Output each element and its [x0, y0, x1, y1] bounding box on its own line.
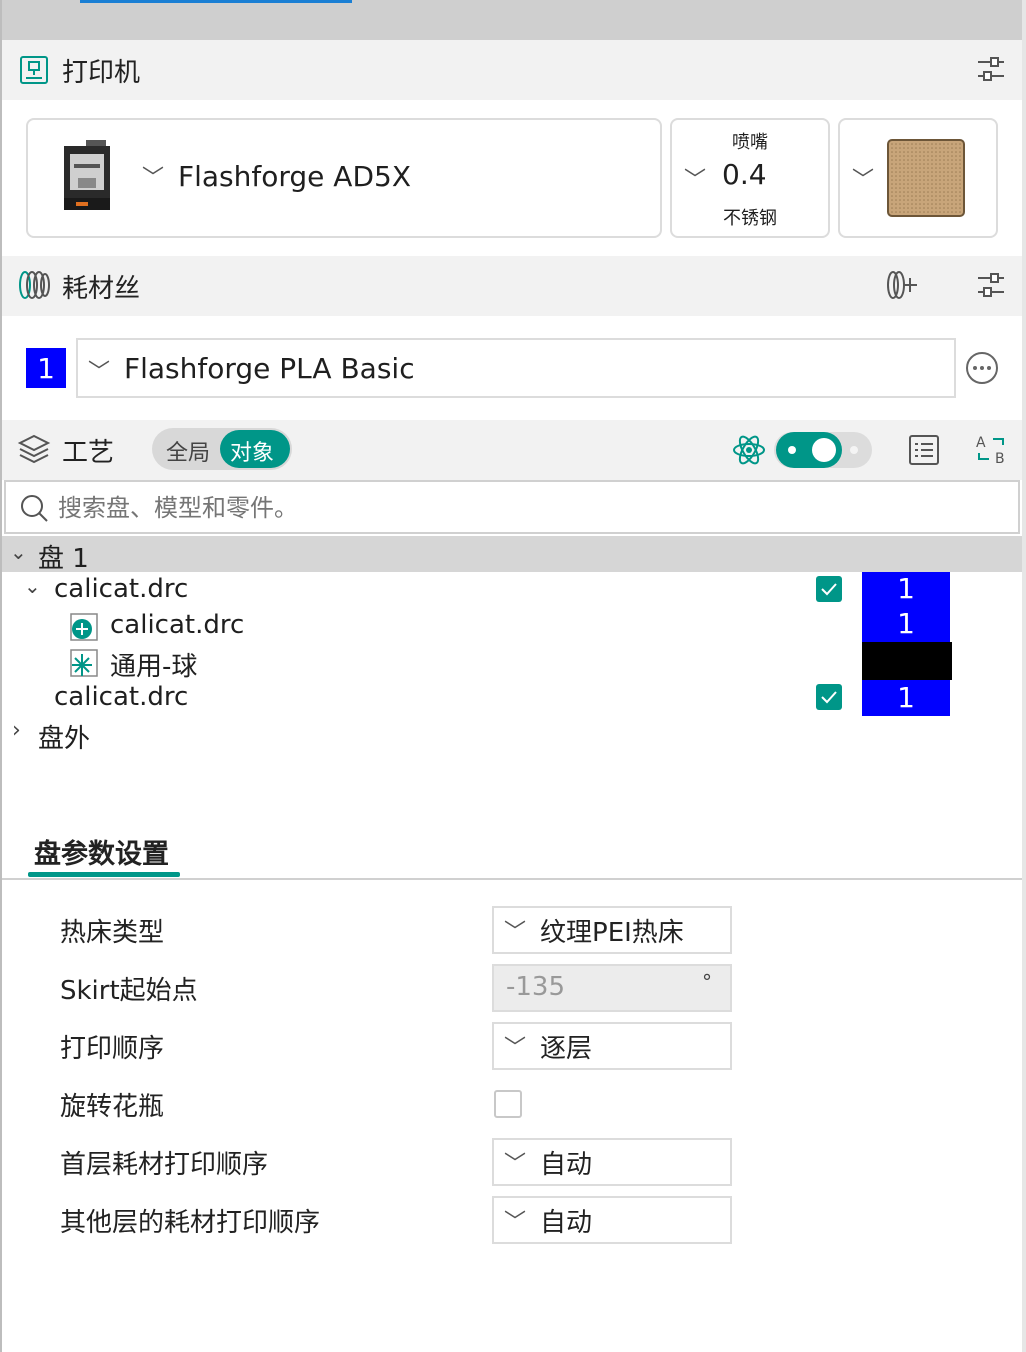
param-label-print-sequence: 打印顺序: [60, 1034, 165, 1064]
search-icon: [18, 492, 50, 524]
nozzle-label: 喷嘴: [732, 132, 768, 153]
tab-plate-settings[interactable]: 盘参数设置: [34, 832, 169, 871]
chevron-down-icon: ﹀: [684, 168, 707, 193]
svg-text:A: A: [976, 435, 986, 451]
part-name: calicat.drc: [110, 610, 245, 640]
print-sequence-select[interactable]: ﹀ 逐层: [492, 1022, 732, 1070]
first-layer-order-select[interactable]: ﹀ 自动: [492, 1138, 732, 1186]
param-label-bed-type: 热床类型: [60, 918, 165, 948]
atom-icon[interactable]: [730, 432, 768, 468]
sliders-icon[interactable]: [974, 268, 1008, 302]
process-section-title: 工艺: [62, 438, 115, 468]
extruder-cell[interactable]: 1: [862, 606, 950, 642]
plate-label: 盘 1: [38, 544, 89, 574]
chevron-down-icon: ﹀: [504, 1036, 527, 1061]
tab-underline: [28, 872, 180, 877]
svg-text:B: B: [995, 451, 1005, 467]
tab-divider: [2, 878, 1022, 880]
param-label-spiral-vase: 旋转花瓶: [60, 1092, 165, 1122]
chevron-down-icon: ﹀: [504, 920, 527, 945]
chevron-down-icon: ﹀: [504, 1152, 527, 1177]
degree-unit: °: [702, 970, 712, 994]
right-border: [1022, 0, 1026, 1352]
list-icon[interactable]: [906, 432, 942, 468]
chevron-right-icon[interactable]: ›: [12, 718, 21, 743]
chevron-down-icon: ﹀: [852, 168, 875, 193]
printer-section-header: 打印机: [2, 40, 1022, 100]
bed-plate-selector[interactable]: ﹀: [838, 118, 998, 238]
modifier-icon: [68, 648, 100, 678]
bed-type-value: 纹理PEI热床: [540, 917, 684, 948]
bed-type-select[interactable]: ﹀ 纹理PEI热床: [492, 906, 732, 954]
add-part-icon: [68, 612, 100, 642]
chevron-down-icon[interactable]: ⌄: [10, 540, 27, 564]
nozzle-selector[interactable]: 喷嘴 ﹀ 0.4 不锈钢: [670, 118, 830, 238]
param-label-first-layer-order: 首层耗材打印顺序: [60, 1150, 269, 1180]
printer-thumbnail: [56, 138, 118, 218]
nozzle-material: 不锈钢: [723, 208, 777, 229]
print-sequence-value: 逐层: [540, 1033, 593, 1064]
object2-visible-checkbox[interactable]: [816, 684, 842, 710]
skirt-start-field[interactable]: -135 °: [492, 964, 732, 1012]
window-top-strip: [0, 0, 1026, 40]
param-label-other-layer-order: 其他层的耗材打印顺序: [60, 1208, 321, 1238]
extruder-cell-empty: [862, 642, 952, 680]
toggle-dot: [788, 446, 796, 454]
printer-selector[interactable]: ﹀ Flashforge AD5X: [26, 118, 662, 238]
toggle-object: 对象: [230, 441, 275, 466]
chevron-down-icon: ﹀: [142, 166, 165, 191]
sliders-icon[interactable]: [974, 52, 1008, 86]
skirt-start-value: -135: [506, 972, 566, 1002]
layers-icon: [16, 432, 52, 466]
spiral-vase-checkbox[interactable]: [494, 1090, 522, 1118]
add-filament-icon[interactable]: [884, 268, 920, 302]
process-section-header: 工艺 全局 对象 A B: [2, 420, 1022, 480]
toggle-object-pill[interactable]: 对象: [220, 430, 290, 468]
filament-selector[interactable]: ﹀ Flashforge PLA Basic: [76, 338, 956, 398]
printer-section-title: 打印机: [62, 58, 141, 88]
object-visible-checkbox[interactable]: [816, 576, 842, 602]
toggle-global[interactable]: 全局: [166, 435, 210, 467]
extruder-cell[interactable]: 1: [862, 572, 950, 606]
chevron-down-icon[interactable]: ⌄: [24, 574, 41, 598]
advanced-toggle[interactable]: [774, 432, 872, 468]
chevron-down-icon: ﹀: [88, 360, 111, 385]
filament-section-header: 耗材丝: [2, 256, 1022, 316]
nozzle-size: 0.4: [722, 158, 767, 191]
printer-icon: [18, 54, 50, 86]
more-dots-icon[interactable]: [964, 350, 1000, 386]
filament-spool-icon: [16, 268, 52, 302]
active-tab-indicator: [80, 0, 352, 3]
first-layer-order-value: 自动: [540, 1149, 593, 1180]
tree-row-outside[interactable]: › 盘外: [2, 716, 1022, 754]
toggle-dot: [850, 446, 858, 454]
search-bar[interactable]: [4, 480, 1020, 534]
param-label-skirt-start: Skirt起始点: [60, 976, 198, 1006]
bed-plate-thumbnail: [886, 138, 968, 218]
outside-label: 盘外: [38, 724, 91, 754]
search-input[interactable]: [56, 488, 960, 528]
tree-row-plate[interactable]: ⌄ 盘 1: [2, 536, 1022, 574]
global-object-toggle[interactable]: 全局 对象: [152, 428, 292, 470]
filament-name: Flashforge PLA Basic: [124, 352, 415, 385]
modifier-name: 通用-球: [110, 652, 198, 682]
other-layer-order-value: 自动: [540, 1207, 593, 1238]
printer-name: Flashforge AD5X: [178, 160, 411, 193]
object-name: calicat.drc: [54, 574, 189, 604]
object2-name: calicat.drc: [54, 682, 189, 712]
other-layer-order-select[interactable]: ﹀ 自动: [492, 1196, 732, 1244]
filament-slot-badge[interactable]: 1: [26, 348, 66, 388]
toggle-knob: [812, 438, 836, 462]
chevron-down-icon: ﹀: [504, 1210, 527, 1235]
swap-ab-icon[interactable]: A B: [972, 430, 1010, 468]
extruder-cell[interactable]: 1: [862, 680, 950, 716]
filament-section-title: 耗材丝: [62, 274, 141, 304]
